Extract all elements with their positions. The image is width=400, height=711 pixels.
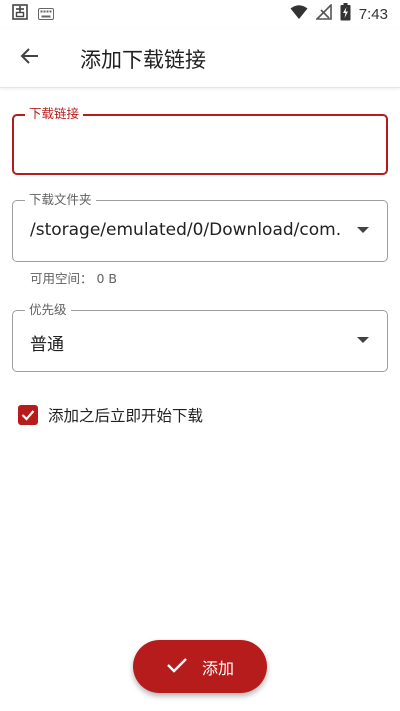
dropdown-arrow-icon: [357, 337, 369, 343]
download-url-input[interactable]: [28, 128, 368, 162]
battery-charging-icon: [340, 3, 351, 25]
start-immediately-checkbox[interactable]: [18, 405, 38, 425]
keyboard-icon: [38, 5, 54, 24]
priority-value: 普通: [30, 335, 64, 355]
back-button[interactable]: [14, 42, 46, 74]
start-immediately-option[interactable]: 添加之后立即开始下载: [18, 404, 203, 426]
download-url-label: 下载链接: [25, 106, 84, 122]
status-bar: 7:43: [0, 0, 400, 28]
status-time: 7:43: [358, 5, 388, 23]
add-button[interactable]: 添加: [133, 640, 267, 693]
priority-dropdown[interactable]: 优先级 普通: [12, 302, 388, 372]
notification-app-icon: [12, 4, 28, 24]
download-folder-value: /storage/emulated/0/Download/com.: [30, 220, 342, 240]
check-icon: [21, 406, 35, 425]
download-folder-dropdown[interactable]: 下载文件夹 /storage/emulated/0/Download/com.: [12, 192, 388, 262]
no-signal-icon: [314, 3, 332, 24]
start-immediately-label: 添加之后立即开始下载: [48, 407, 204, 425]
app-toolbar: 添加下载链接: [0, 28, 400, 88]
download-folder-label: 下载文件夹: [25, 192, 96, 208]
download-url-field[interactable]: 下载链接: [12, 106, 388, 175]
priority-label: 优先级: [25, 302, 71, 318]
dropdown-arrow-icon: [357, 227, 369, 233]
wifi-icon: [290, 4, 308, 24]
check-icon: [166, 656, 188, 678]
add-button-label: 添加: [201, 658, 234, 678]
arrow-back-icon: [20, 46, 40, 70]
page-title: 添加下载链接: [80, 48, 206, 72]
free-space-text: 可用空间： 0 B: [30, 271, 117, 286]
